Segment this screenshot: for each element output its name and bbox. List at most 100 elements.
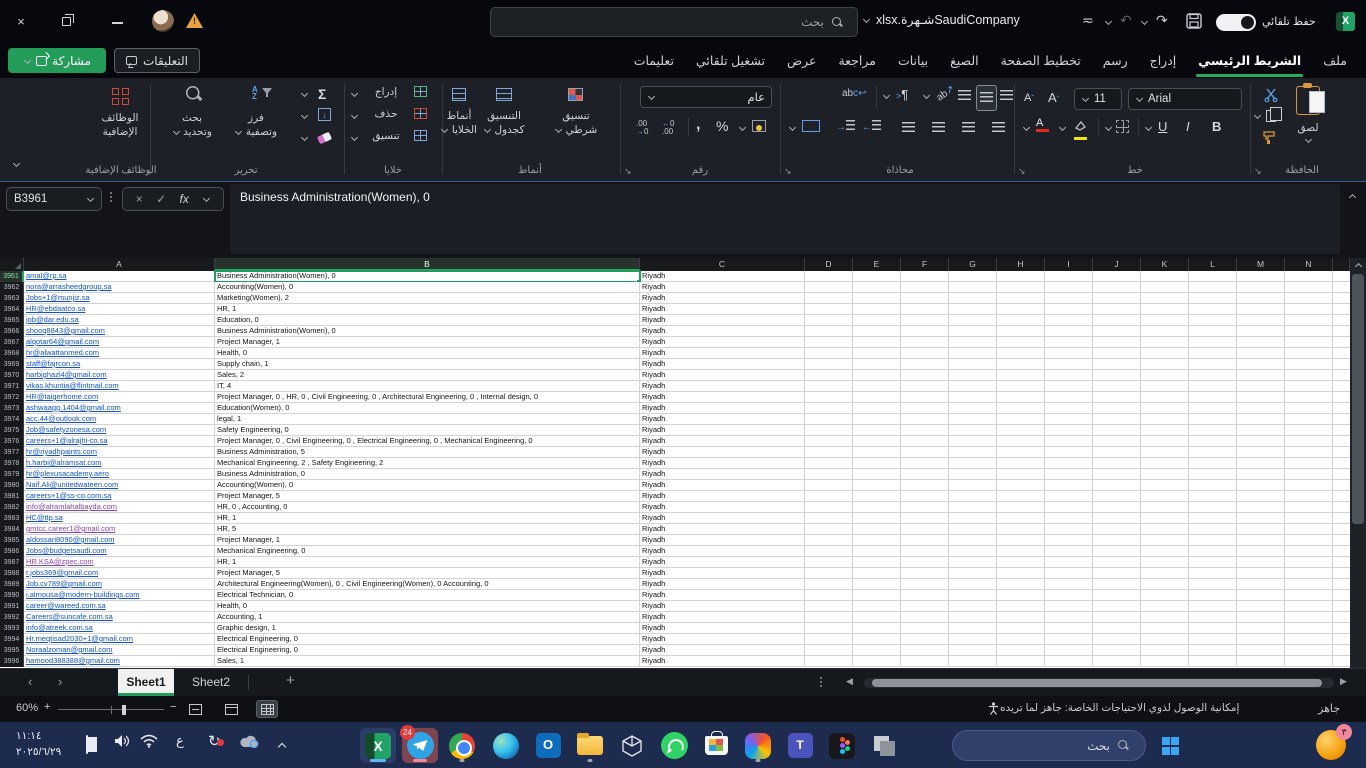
empty-cells[interactable] bbox=[805, 634, 1350, 645]
cell-A3980[interactable]: Naif.Ali@unitedwateen.com bbox=[24, 480, 215, 491]
empty-cells[interactable] bbox=[805, 612, 1350, 623]
email-link[interactable]: staff@fajrcon.sa bbox=[26, 359, 80, 368]
dialog-launcher-icon[interactable]: ↘ bbox=[1254, 166, 1262, 177]
orientation-icon[interactable]: ab↗ bbox=[935, 83, 957, 103]
percent-style-icon[interactable]: % bbox=[716, 118, 728, 134]
collapse-formula-bar-icon[interactable] bbox=[1348, 192, 1356, 200]
cell-A3969[interactable]: staff@fajrcon.sa bbox=[24, 359, 215, 370]
borders-icon[interactable] bbox=[1116, 120, 1129, 133]
paste-icon[interactable] bbox=[1296, 83, 1325, 115]
cell-A3977[interactable]: hr@riyadhpaints.com bbox=[24, 447, 215, 458]
chevron-down-icon[interactable] bbox=[1253, 112, 1261, 120]
row-header-3977[interactable]: 3977 bbox=[0, 447, 24, 458]
fill-color-icon[interactable] bbox=[1074, 118, 1087, 140]
cell-C3965[interactable]: Riyadh bbox=[640, 315, 805, 326]
empty-cells[interactable] bbox=[805, 557, 1350, 568]
align-right-icon[interactable] bbox=[962, 122, 975, 132]
cell-A3992[interactable]: Careers@suncafe.com.sa bbox=[24, 612, 215, 623]
empty-cells[interactable] bbox=[805, 337, 1350, 348]
cell-A3983[interactable]: HC@ttp.sa bbox=[24, 513, 215, 524]
cell-C3970[interactable]: Riyadh bbox=[640, 370, 805, 381]
empty-cells[interactable] bbox=[805, 535, 1350, 546]
empty-cells[interactable] bbox=[805, 315, 1350, 326]
cell-C3969[interactable]: Riyadh bbox=[640, 359, 805, 370]
empty-cells[interactable] bbox=[805, 326, 1350, 337]
cell-A3976[interactable]: careers+1@alrajhi-co.sa bbox=[24, 436, 215, 447]
row-header-3994[interactable]: 3994 bbox=[0, 634, 24, 645]
row-header-3967[interactable]: 3967 bbox=[0, 337, 24, 348]
cell-A3986[interactable]: Jobs@budgetsaudi.com bbox=[24, 546, 215, 557]
cell-A3963[interactable]: Jobs+1@munjiz.sa bbox=[24, 293, 215, 304]
email-link[interactable]: job@dar.edu.sa bbox=[26, 315, 79, 324]
column-header-H[interactable]: H bbox=[997, 258, 1045, 271]
email-link[interactable]: hr@riyadhpaints.com bbox=[26, 447, 97, 456]
cell-A3982[interactable]: info@alramlahalbayda.com bbox=[24, 502, 215, 513]
row-header-3991[interactable]: 3991 bbox=[0, 601, 24, 612]
delete-cells-button[interactable]: حذف bbox=[364, 108, 408, 120]
tray-overflow-icon[interactable] bbox=[278, 741, 286, 749]
chevron-down-icon[interactable] bbox=[1058, 124, 1066, 132]
row-header-3993[interactable]: 3993 bbox=[0, 623, 24, 634]
cell-B3993[interactable]: Graphic design, 1 bbox=[215, 623, 640, 634]
cell-A3993[interactable]: info@atreek.com.sa bbox=[24, 623, 215, 634]
empty-cells[interactable] bbox=[805, 579, 1350, 590]
cell-B3967[interactable]: Project Manager, 1 bbox=[215, 337, 640, 348]
language-indicator[interactable]: ع bbox=[176, 733, 184, 749]
ribbon-tab-2[interactable]: إدراج bbox=[1139, 44, 1188, 78]
taskbar-excel[interactable]: X bbox=[360, 728, 396, 763]
cell-C3978[interactable]: Riyadh bbox=[640, 458, 805, 469]
cell-B3964[interactable]: HR, 1 bbox=[215, 304, 640, 315]
cell-C3995[interactable]: Riyadh bbox=[640, 645, 805, 656]
autosum-icon[interactable]: Σ bbox=[318, 86, 326, 102]
row-header-3978[interactable]: 3978 bbox=[0, 458, 24, 469]
chevron-down-icon[interactable] bbox=[922, 92, 930, 100]
find-select-button[interactable]: وتحديد bbox=[164, 126, 220, 138]
empty-cells[interactable] bbox=[805, 502, 1350, 513]
chevron-down-icon[interactable] bbox=[300, 134, 308, 142]
cell-B3965[interactable]: Education, 0 bbox=[215, 315, 640, 326]
row-header-3962[interactable]: 3962 bbox=[0, 282, 24, 293]
empty-cells[interactable] bbox=[805, 348, 1350, 359]
bold-button[interactable]: B bbox=[1212, 119, 1221, 134]
empty-cells[interactable] bbox=[805, 271, 1350, 282]
cell-C3962[interactable]: Riyadh bbox=[640, 282, 805, 293]
align-middle-icon[interactable] bbox=[976, 85, 997, 111]
restore-icon[interactable] bbox=[62, 14, 74, 26]
vscroll-thumb[interactable] bbox=[1352, 274, 1364, 524]
cell-C3982[interactable]: Riyadh bbox=[640, 502, 805, 513]
empty-cells[interactable] bbox=[805, 370, 1350, 381]
sync-icon[interactable]: ↻ bbox=[208, 732, 224, 750]
email-link[interactable]: careers+1@alrajhi-co.sa bbox=[26, 436, 108, 445]
ribbon-options-icon[interactable]: ≂ bbox=[1082, 12, 1094, 29]
volume-icon[interactable] bbox=[114, 734, 130, 748]
cell-B3972[interactable]: Project Manager, 0 , HR, 0 , Civil Engin… bbox=[215, 392, 640, 403]
email-link[interactable]: alqotar64@gmail.com bbox=[26, 337, 99, 346]
empty-cells[interactable] bbox=[805, 458, 1350, 469]
column-header-C[interactable]: C bbox=[640, 258, 805, 271]
dialog-launcher-icon[interactable]: ↘ bbox=[1018, 166, 1026, 177]
cell-C3989[interactable]: Riyadh bbox=[640, 579, 805, 590]
cell-C3967[interactable]: Riyadh bbox=[640, 337, 805, 348]
chevron-down-icon[interactable] bbox=[350, 90, 358, 98]
align-center-icon[interactable] bbox=[932, 122, 945, 132]
comments-button[interactable]: التعليقات bbox=[114, 48, 200, 73]
clear-icon[interactable] bbox=[316, 131, 333, 145]
addins-button[interactable]: الإضافية bbox=[92, 126, 148, 138]
align-bottom-icon[interactable] bbox=[1000, 90, 1013, 100]
cell-B3985[interactable]: Project Manager, 1 bbox=[215, 535, 640, 546]
chevron-down-icon[interactable] bbox=[1104, 18, 1112, 26]
empty-cells[interactable] bbox=[805, 293, 1350, 304]
cell-C3984[interactable]: Riyadh bbox=[640, 524, 805, 535]
column-header-N[interactable]: N bbox=[1285, 258, 1333, 271]
cell-A3965[interactable]: job@dar.edu.sa bbox=[24, 315, 215, 326]
row-header-3976[interactable]: 3976 bbox=[0, 436, 24, 447]
column-header-K[interactable]: K bbox=[1141, 258, 1189, 271]
empty-cells[interactable] bbox=[805, 480, 1350, 491]
column-header-partial[interactable] bbox=[1333, 258, 1350, 271]
formula-input[interactable]: Business Administration(Women), 0 bbox=[230, 184, 1340, 254]
cell-B3976[interactable]: Project Manager, 0 , Civil Engineering, … bbox=[215, 436, 640, 447]
taskbar-figma[interactable] bbox=[824, 728, 860, 763]
comma-style-icon[interactable]: , bbox=[696, 116, 700, 134]
email-link[interactable]: Jobs+1@munjiz.sa bbox=[26, 293, 90, 302]
row-header-3986[interactable]: 3986 bbox=[0, 546, 24, 557]
